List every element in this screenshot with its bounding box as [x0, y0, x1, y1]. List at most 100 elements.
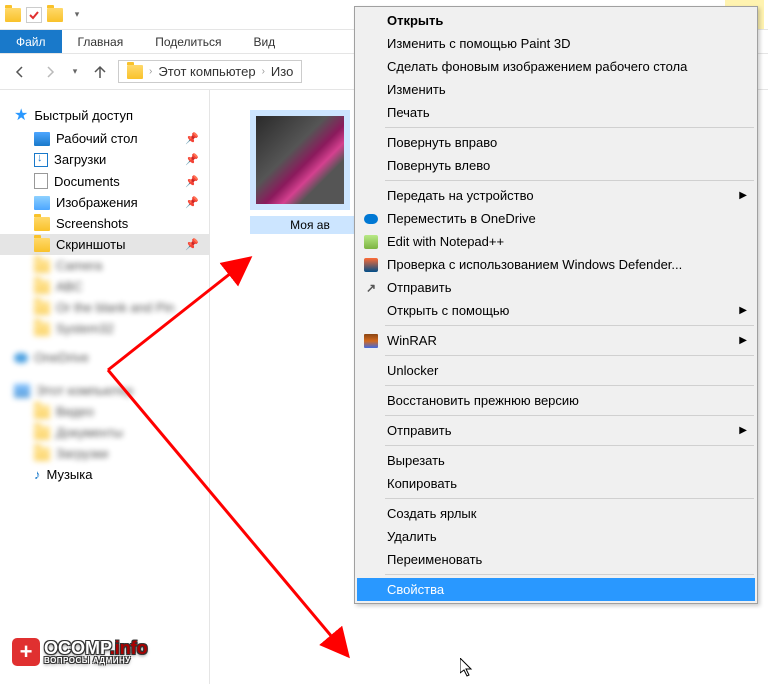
sidebar-item-documents[interactable]: Documents 📌 — [0, 170, 209, 192]
sidebar-item-desktop[interactable]: Рабочий стол 📌 — [0, 128, 209, 149]
menu-restore[interactable]: Восстановить прежнюю версию — [357, 389, 755, 412]
thumbnail-label: Моя ав — [250, 216, 370, 234]
menu-open-with[interactable]: Открыть с помощью▶ — [357, 299, 755, 322]
menu-separator — [385, 385, 754, 386]
nav-up-button[interactable] — [88, 60, 112, 84]
menu-unlocker[interactable]: Unlocker — [357, 359, 755, 382]
onedrive-icon — [363, 211, 379, 227]
menu-set-wallpaper[interactable]: Сделать фоновым изображением рабочего ст… — [357, 55, 755, 78]
sidebar-item-screenshots[interactable]: Screenshots — [0, 213, 209, 234]
sidebar-item-label: Изображения — [56, 195, 138, 210]
winrar-icon — [363, 333, 379, 349]
tab-home[interactable]: Главная — [62, 30, 140, 53]
sidebar-item-label: Documents — [54, 174, 120, 189]
breadcrumb-pc[interactable]: Этот компьютер — [158, 64, 255, 79]
breadcrumb[interactable]: › Этот компьютер › Изо — [118, 60, 302, 83]
menu-onedrive[interactable]: Переместить в OneDrive — [357, 207, 755, 230]
menu-separator — [385, 127, 754, 128]
folder-app-icon — [4, 6, 22, 24]
menu-edit-paint3d[interactable]: Изменить с помощью Paint 3D — [357, 32, 755, 55]
pin-icon: 📌 — [185, 238, 199, 251]
chevron-right-icon: › — [149, 66, 152, 77]
menu-open[interactable]: Открыть — [357, 9, 755, 32]
menu-edit[interactable]: Изменить — [357, 78, 755, 101]
menu-separator — [385, 180, 754, 181]
sidebar-item-blurred[interactable]: Camera — [0, 255, 209, 276]
menu-separator — [385, 574, 754, 575]
menu-cast[interactable]: Передать на устройство▶ — [357, 184, 755, 207]
menu-rotate-left[interactable]: Повернуть влево — [357, 154, 755, 177]
menu-cut[interactable]: Вырезать — [357, 449, 755, 472]
sidebar-item-images[interactable]: Изображения 📌 — [0, 192, 209, 213]
tab-share[interactable]: Поделиться — [139, 30, 237, 53]
desktop-icon — [34, 132, 50, 146]
tab-view[interactable]: Вид — [237, 30, 291, 53]
tab-file[interactable]: Файл — [0, 30, 62, 53]
menu-rename[interactable]: Переименовать — [357, 548, 755, 571]
sidebar-item-blurred[interactable]: ABC — [0, 276, 209, 297]
qat-folder-icon[interactable] — [46, 6, 64, 24]
image-icon — [34, 196, 50, 210]
menu-separator — [385, 498, 754, 499]
menu-separator — [385, 415, 754, 416]
sidebar-item-label: Screenshots — [56, 216, 128, 231]
chevron-right-icon: › — [262, 66, 265, 77]
sidebar-quick-access-label: Быстрый доступ — [34, 108, 133, 123]
breadcrumb-images[interactable]: Изо — [271, 64, 293, 79]
submenu-arrow-icon: ▶ — [739, 190, 747, 201]
sidebar-item-downloads[interactable]: Загрузки 📌 — [0, 149, 209, 170]
sidebar-item-screenshots-ru[interactable]: Скриншоты 📌 — [0, 234, 209, 255]
menu-send-to[interactable]: Отправить▶ — [357, 419, 755, 442]
pin-icon: 📌 — [185, 175, 199, 188]
menu-separator — [385, 355, 754, 356]
context-menu: Открыть Изменить с помощью Paint 3D Сдел… — [354, 6, 758, 604]
menu-share[interactable]: ↗Отправить — [357, 276, 755, 299]
menu-print[interactable]: Печать — [357, 101, 755, 124]
qat-dropdown-icon[interactable]: ▾ — [68, 6, 86, 24]
download-icon — [34, 153, 48, 167]
watermark: + OCOMP.info ВОПРОСЫ АДМИНУ — [12, 638, 148, 666]
submenu-arrow-icon: ▶ — [739, 335, 747, 346]
folder-icon — [34, 238, 50, 252]
sidebar-item-blurred[interactable]: Or the blank and Pin — [0, 297, 209, 318]
nav-forward-button[interactable] — [38, 60, 62, 84]
menu-shortcut[interactable]: Создать ярлык — [357, 502, 755, 525]
menu-notepadpp[interactable]: Edit with Notepad++ — [357, 230, 755, 253]
menu-copy[interactable]: Копировать — [357, 472, 755, 495]
file-thumbnail[interactable]: Моя ав — [250, 110, 370, 250]
menu-defender[interactable]: Проверка с использованием Windows Defend… — [357, 253, 755, 276]
menu-properties[interactable]: Свойства — [357, 578, 755, 601]
cursor-icon — [460, 658, 474, 678]
pin-icon: 📌 — [185, 153, 199, 166]
sidebar-item-blurred[interactable]: Загрузки — [0, 443, 209, 464]
menu-rotate-right[interactable]: Повернуть вправо — [357, 131, 755, 154]
sidebar-item-music[interactable]: ♪ Музыка — [0, 464, 209, 485]
menu-winrar[interactable]: WinRAR▶ — [357, 329, 755, 352]
document-icon — [34, 173, 48, 189]
sidebar-item-blurred[interactable]: Документы — [0, 422, 209, 443]
pin-icon: 📌 — [185, 132, 199, 145]
star-icon: ★ — [14, 105, 28, 125]
defender-icon — [363, 257, 379, 273]
nav-recent-dropdown[interactable]: ▾ — [68, 60, 82, 84]
watermark-plus-icon: + — [12, 638, 40, 666]
qat-checkbox-icon[interactable] — [26, 7, 42, 23]
sidebar-item-label: Музыка — [47, 467, 93, 482]
sidebar-item-label: Рабочий стол — [56, 131, 138, 146]
notepadpp-icon — [363, 234, 379, 250]
thumbnail-image — [250, 110, 350, 210]
sidebar-onedrive[interactable]: OneDrive — [0, 347, 209, 368]
sidebar-item-label: Скриншоты — [56, 237, 125, 252]
sidebar-this-pc[interactable]: Этот компьютер — [0, 380, 209, 401]
pin-icon: 📌 — [185, 196, 199, 209]
sidebar-item-blurred[interactable]: System32 — [0, 318, 209, 339]
nav-back-button[interactable] — [8, 60, 32, 84]
sidebar-quick-access[interactable]: ★ Быстрый доступ — [0, 102, 209, 128]
sidebar-item-blurred[interactable]: Видео — [0, 401, 209, 422]
folder-icon — [34, 217, 50, 231]
sidebar-item-label: Загрузки — [54, 152, 106, 167]
menu-delete[interactable]: Удалить — [357, 525, 755, 548]
music-icon: ♪ — [34, 467, 41, 482]
breadcrumb-folder-icon — [127, 65, 143, 79]
share-icon: ↗ — [363, 280, 379, 296]
